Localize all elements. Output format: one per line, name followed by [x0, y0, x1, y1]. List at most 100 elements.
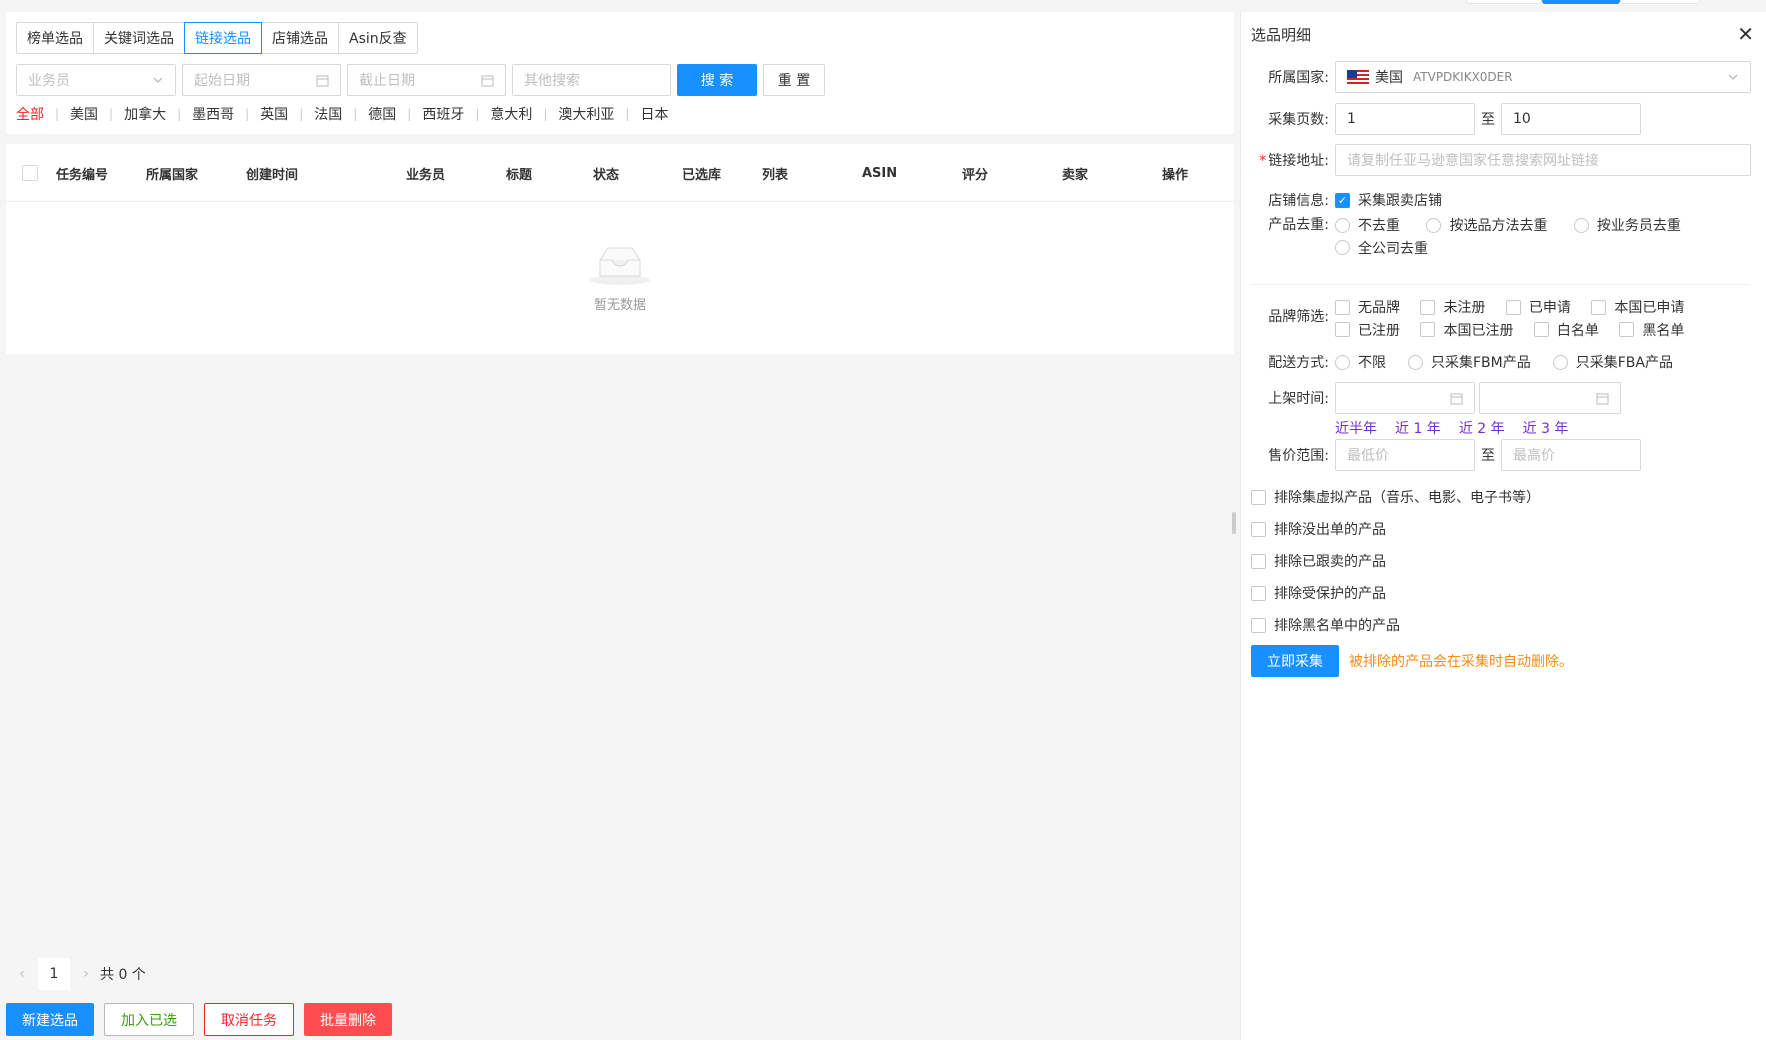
tab-ranking[interactable]: 榜单选品	[16, 22, 94, 54]
country-us[interactable]: 美国	[70, 104, 98, 124]
top-button-fragment-primary[interactable]	[1542, 0, 1620, 4]
dedup-salesman-radio[interactable]: 按业务员去重	[1573, 214, 1681, 236]
column-header[interactable]: 操作	[1162, 144, 1188, 202]
collect-now-button[interactable]: 立即采集	[1251, 645, 1339, 677]
brand-none-checkbox[interactable]: 无品牌	[1335, 296, 1400, 318]
pages-row: 采集页数: 1 至 10	[1251, 103, 1641, 135]
us-flag-icon	[1347, 70, 1369, 84]
country-es[interactable]: 西班牙	[422, 104, 464, 124]
price-max-input[interactable]: 最高价	[1501, 439, 1641, 471]
brand-blacklist-label: 黑名单	[1642, 322, 1685, 339]
column-header[interactable]: 评分	[962, 144, 988, 202]
exclude-blacklist-checkbox[interactable]: 排除黑名单中的产品	[1251, 615, 1400, 635]
shelf-start-date[interactable]	[1335, 382, 1475, 414]
link-label-text: 链接地址:	[1268, 153, 1329, 169]
ship-fba-radio[interactable]: 只采集FBA产品	[1552, 352, 1673, 372]
task-table: 任务编号 所属国家 创建时间 业务员 标题 状态 已选库 列表 ASIN 评分 …	[6, 144, 1234, 354]
quick-range-1-year[interactable]: 近 1 年	[1395, 418, 1441, 438]
new-selection-button[interactable]: 新建选品	[6, 1003, 94, 1036]
country-it[interactable]: 意大利	[490, 104, 532, 124]
country-row: 所属国家: 美国 ATVPDKIKX0DER	[1251, 61, 1751, 93]
country-jp[interactable]: 日本	[640, 104, 668, 124]
exclude-blacklist-label: 排除黑名单中的产品	[1274, 618, 1400, 634]
brand-blacklist-checkbox[interactable]: 黑名单	[1619, 319, 1684, 341]
quick-range-2-year[interactable]: 近 2 年	[1459, 418, 1505, 438]
resize-handle[interactable]	[1232, 512, 1236, 534]
drawer-header: 选品明细 ✕	[1241, 12, 1766, 56]
column-header[interactable]: 业务员	[406, 144, 445, 202]
brand-unregistered-checkbox[interactable]: 未注册	[1420, 296, 1485, 318]
collect-store-checkbox[interactable]: ✓ 采集跟卖店铺	[1335, 190, 1442, 210]
brand-applied-checkbox[interactable]: 已申请	[1505, 296, 1571, 318]
pages-from-input[interactable]: 1	[1335, 103, 1475, 135]
country-uk[interactable]: 英国	[260, 104, 288, 124]
column-header[interactable]: 创建时间	[246, 144, 298, 202]
dedup-company-radio[interactable]: 全公司去重	[1335, 237, 1428, 259]
column-header[interactable]: 列表	[762, 144, 788, 202]
link-input[interactable]: 请复制任亚马逊意国家任意搜索网址链接	[1335, 144, 1751, 176]
country-ca[interactable]: 加拿大	[124, 104, 166, 124]
search-button[interactable]: 搜 索	[677, 64, 757, 96]
add-selected-button[interactable]: 加入已选	[104, 1003, 194, 1036]
end-date-input[interactable]: 截止日期	[347, 64, 506, 96]
next-page-button[interactable]: ›	[76, 966, 96, 982]
salesman-select[interactable]: 业务员	[16, 64, 176, 96]
batch-delete-button[interactable]: 批量删除	[304, 1003, 392, 1036]
page-number[interactable]: 1	[38, 958, 70, 990]
bulk-actions: 新建选品 加入已选 取消任务 批量删除	[6, 1003, 402, 1036]
column-header[interactable]: ASIN	[862, 144, 897, 202]
dedup-none-radio[interactable]: 不去重	[1335, 214, 1400, 236]
quick-range-half-year[interactable]: 近半年	[1335, 418, 1377, 438]
ship-fbm-label: 只采集FBM产品	[1431, 355, 1531, 371]
brand-local-registered-checkbox[interactable]: 本国已注册	[1420, 319, 1513, 341]
shipping-row: 配送方式: 不限 只采集FBM产品 只采集FBA产品	[1251, 352, 1695, 372]
column-header[interactable]: 卖家	[1062, 144, 1088, 202]
calendar-icon	[481, 75, 494, 86]
tab-keyword[interactable]: 关键词选品	[93, 22, 185, 54]
pages-separator: 至	[1481, 112, 1495, 128]
tab-link[interactable]: 链接选品	[184, 22, 262, 54]
ship-any-radio[interactable]: 不限	[1335, 352, 1386, 372]
exclude-protected-checkbox[interactable]: 排除受保护的产品	[1251, 583, 1386, 603]
brand-local-applied-checkbox[interactable]: 本国已申请	[1591, 296, 1684, 318]
select-all-checkbox[interactable]	[22, 144, 38, 202]
other-search-placeholder: 其他搜索	[524, 73, 580, 89]
brand-whitelist-checkbox[interactable]: 白名单	[1533, 319, 1599, 341]
country-all[interactable]: 全部	[16, 104, 44, 124]
quick-range-3-year[interactable]: 近 3 年	[1523, 418, 1569, 438]
price-min-input[interactable]: 最低价	[1335, 439, 1475, 471]
column-header[interactable]: 任务编号	[56, 144, 108, 202]
exclude-followed-checkbox[interactable]: 排除已跟卖的产品	[1251, 551, 1386, 571]
shelf-end-date[interactable]	[1479, 382, 1621, 414]
exclude-no-order-checkbox[interactable]: 排除没出单的产品	[1251, 519, 1386, 539]
country-de[interactable]: 德国	[368, 104, 396, 124]
top-strip	[0, 0, 1766, 12]
column-header[interactable]: 标题	[506, 144, 532, 202]
country-mx[interactable]: 墨西哥	[192, 104, 234, 124]
country-fr[interactable]: 法国	[314, 104, 342, 124]
top-button-fragment[interactable]	[1466, 0, 1542, 4]
top-button-fragment[interactable]	[1620, 0, 1700, 4]
price-separator: 至	[1481, 448, 1495, 464]
column-header[interactable]: 状态	[593, 144, 619, 202]
ship-fbm-radio[interactable]: 只采集FBM产品	[1408, 352, 1531, 372]
country-au[interactable]: 澳大利亚	[558, 104, 614, 124]
cancel-task-button[interactable]: 取消任务	[204, 1003, 294, 1036]
country-select[interactable]: 美国 ATVPDKIKX0DER	[1335, 61, 1751, 93]
separator: |	[299, 107, 304, 121]
prev-page-button[interactable]: ‹	[12, 966, 32, 982]
dedup-method-radio[interactable]: 按选品方法去重	[1426, 214, 1547, 236]
close-icon[interactable]: ✕	[1737, 24, 1754, 44]
column-header[interactable]: 已选库	[682, 144, 721, 202]
separator: |	[109, 107, 114, 121]
column-header[interactable]: 所属国家	[146, 144, 198, 202]
brand-registered-checkbox[interactable]: 已注册	[1335, 319, 1400, 341]
pages-to-input[interactable]: 10	[1501, 103, 1641, 135]
tab-asin-reverse[interactable]: Asin反查	[338, 22, 418, 54]
exclude-virtual-checkbox[interactable]: 排除集虚拟产品（音乐、电影、电子书等）	[1251, 487, 1540, 507]
other-search-input[interactable]: 其他搜索	[512, 64, 671, 96]
start-date-input[interactable]: 起始日期	[182, 64, 341, 96]
dedup-company-label: 全公司去重	[1358, 240, 1428, 257]
reset-button[interactable]: 重 置	[763, 64, 825, 96]
tab-store[interactable]: 店铺选品	[261, 22, 339, 54]
